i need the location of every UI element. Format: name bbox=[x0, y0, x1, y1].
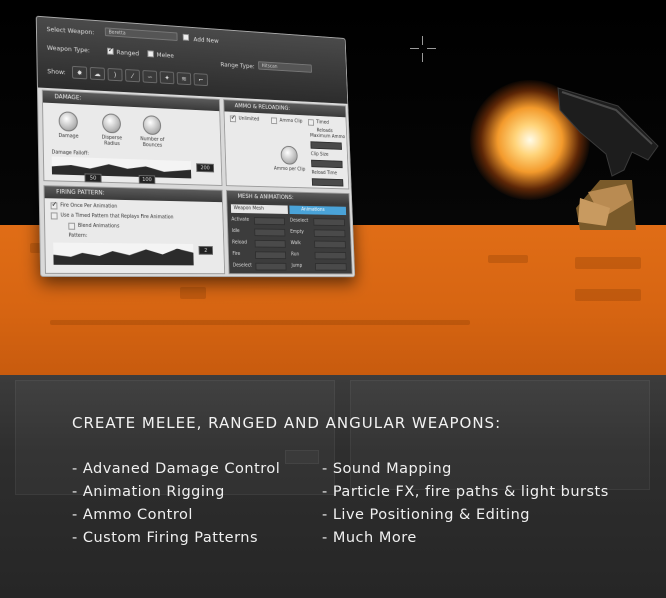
ammo-per-clip-label: Ammo per Clip bbox=[273, 165, 306, 173]
anim-row-label: Fire bbox=[232, 251, 241, 257]
spark-icon[interactable]: ✦ bbox=[159, 71, 175, 85]
crosshair-icon bbox=[410, 36, 436, 62]
tab-weapon-mesh[interactable]: Weapon Mesh bbox=[230, 204, 288, 214]
timed-reloads-label: Timed Reloads bbox=[316, 119, 333, 134]
anim-row-label: Deselect bbox=[232, 262, 252, 269]
curve-icon[interactable]: ∽ bbox=[142, 70, 158, 84]
anim-dropdown[interactable] bbox=[254, 228, 286, 237]
select-weapon-dropdown[interactable]: Beretta bbox=[104, 27, 178, 41]
anim-dropdown[interactable] bbox=[314, 240, 346, 249]
anim-dropdown[interactable] bbox=[314, 251, 347, 260]
anim-dropdown[interactable] bbox=[314, 263, 347, 271]
anim-row-label: Activate bbox=[231, 216, 250, 223]
melee-checkbox[interactable] bbox=[147, 50, 154, 58]
promo-page: Select Weapon: Beretta Add New Weapon Ty… bbox=[0, 0, 666, 598]
feature-item: - Ammo Control bbox=[72, 507, 193, 523]
feature-item: - Particle FX, fire paths & light bursts bbox=[322, 484, 609, 500]
ammo-section: AMMO & RELOADING: Unlimited Ammo Clip Ti… bbox=[223, 99, 350, 190]
anim-dropdown[interactable] bbox=[253, 217, 285, 226]
anim-dropdown[interactable] bbox=[313, 218, 345, 227]
headline: CREATE MELEE, RANGED AND ANGULAR WEAPONS… bbox=[72, 414, 502, 432]
fire-once-label: Fire Once Per Animation bbox=[60, 202, 118, 210]
feature-item: - Custom Firing Patterns bbox=[72, 530, 259, 546]
reload-time-field[interactable] bbox=[311, 178, 344, 187]
fire-path-icon[interactable]: ≋ bbox=[176, 72, 192, 86]
anim-row-label: Idle bbox=[231, 228, 240, 234]
weapon-type-label: Weapon Type: bbox=[46, 43, 90, 55]
show-label: Show: bbox=[47, 67, 66, 77]
firing-title: FIRING PATTERN: bbox=[44, 186, 223, 203]
firing-pattern-section: FIRING PATTERN: Fire Once Per Animation … bbox=[43, 185, 226, 275]
pattern-label: Pattern: bbox=[68, 232, 88, 239]
disperse-radius-label: Disperse Radius bbox=[101, 134, 123, 148]
pattern-value[interactable]: 2 bbox=[198, 245, 214, 255]
damage-section: DAMAGE: Damage Disperse Radius Number of… bbox=[41, 89, 223, 186]
blend-animations-checkbox[interactable] bbox=[68, 222, 76, 230]
fire-once-checkbox[interactable] bbox=[50, 202, 58, 210]
timed-pattern-checkbox[interactable] bbox=[50, 212, 58, 220]
anim-dropdown[interactable] bbox=[254, 239, 286, 248]
feature-list-right: - Sound Mapping - Particle FX, fire path… bbox=[322, 460, 609, 552]
bounces-knob[interactable] bbox=[142, 115, 162, 136]
select-weapon-label: Select Weapon: bbox=[46, 25, 95, 37]
pattern-graph[interactable] bbox=[53, 242, 194, 266]
anim-row-label: Reload bbox=[231, 239, 248, 246]
ranged-checkbox[interactable] bbox=[107, 47, 114, 55]
pistol-icon bbox=[557, 87, 659, 230]
anim-dropdown[interactable] bbox=[254, 251, 287, 260]
ammo-per-clip-knob[interactable] bbox=[280, 145, 298, 165]
feature-item: - Advaned Damage Control bbox=[72, 461, 281, 477]
range-type-dropdown[interactable]: Hitscan bbox=[258, 61, 312, 73]
feature-item: - Animation Rigging bbox=[72, 484, 225, 500]
ammo-clip-label: Ammo Clip bbox=[279, 117, 303, 125]
mesh-animations-section: MESH & ANIMATIONS: Weapon Mesh Animation… bbox=[226, 189, 353, 275]
timed-pattern-label: Use a Timed Pattern that Replays Fire An… bbox=[60, 212, 174, 221]
blend-animations-label: Blend Animations bbox=[77, 222, 120, 230]
sound-wave-icon[interactable]: ) bbox=[107, 67, 123, 82]
mesh-title: MESH & ANIMATIONS: bbox=[226, 190, 350, 206]
unlimited-checkbox[interactable] bbox=[229, 115, 237, 123]
ranged-label: Ranged bbox=[116, 48, 140, 58]
disperse-radius-knob[interactable] bbox=[102, 113, 122, 134]
falloff-mid-value[interactable]: 50 bbox=[84, 173, 102, 183]
feature-list-left: - Advaned Damage Control - Animation Rig… bbox=[72, 460, 280, 552]
anim-row-label: Empty bbox=[290, 229, 304, 235]
weapon-editor-panel: Select Weapon: Beretta Add New Weapon Ty… bbox=[35, 15, 356, 278]
range-type-label: Range Type: bbox=[220, 60, 255, 71]
damage-knob[interactable] bbox=[58, 111, 78, 132]
pistol-button-icon[interactable]: ⌐ bbox=[193, 73, 209, 87]
weapon-editor-screenshot: Select Weapon: Beretta Add New Weapon Ty… bbox=[35, 15, 362, 285]
melee-label: Melee bbox=[156, 50, 175, 60]
max-ammo-field[interactable] bbox=[310, 141, 342, 150]
path-icon[interactable]: ⁄ bbox=[125, 69, 141, 83]
feature-item: - Sound Mapping bbox=[322, 461, 452, 477]
feature-item: - Much More bbox=[322, 530, 417, 546]
clip-size-label: Clip Size bbox=[310, 151, 329, 158]
add-new-label[interactable]: Add New bbox=[193, 36, 218, 45]
mushroom-cloud-icon[interactable]: ☁ bbox=[89, 66, 106, 81]
timed-reloads-checkbox[interactable] bbox=[307, 119, 314, 126]
clip-size-field[interactable] bbox=[311, 159, 343, 169]
max-ammo-label: Maximum Ammo bbox=[310, 132, 346, 140]
reload-time-label: Reload Time bbox=[311, 169, 338, 177]
damage-knob-label: Damage bbox=[58, 132, 79, 140]
add-new-checkbox[interactable] bbox=[182, 33, 190, 41]
anim-dropdown[interactable] bbox=[313, 229, 346, 238]
anim-row-label: Jump bbox=[291, 262, 303, 269]
anim-row-label: Deselect bbox=[289, 217, 309, 224]
unlimited-label: Unlimited bbox=[238, 115, 260, 123]
anim-row-label: Walk bbox=[290, 240, 301, 247]
falloff-curve[interactable] bbox=[51, 156, 192, 179]
falloff-max-value[interactable]: 200 bbox=[196, 163, 215, 173]
bounces-label: Number of Bounces bbox=[140, 136, 165, 149]
feature-item: - Live Positioning & Editing bbox=[322, 507, 530, 523]
tab-animations[interactable]: Animations bbox=[289, 205, 347, 216]
anim-row-label: Run bbox=[290, 251, 300, 258]
falloff-value[interactable]: 100 bbox=[138, 174, 156, 185]
ammo-clip-checkbox[interactable] bbox=[271, 117, 278, 125]
anim-dropdown[interactable] bbox=[255, 262, 287, 271]
explosion-icon[interactable]: ✸ bbox=[71, 65, 88, 80]
